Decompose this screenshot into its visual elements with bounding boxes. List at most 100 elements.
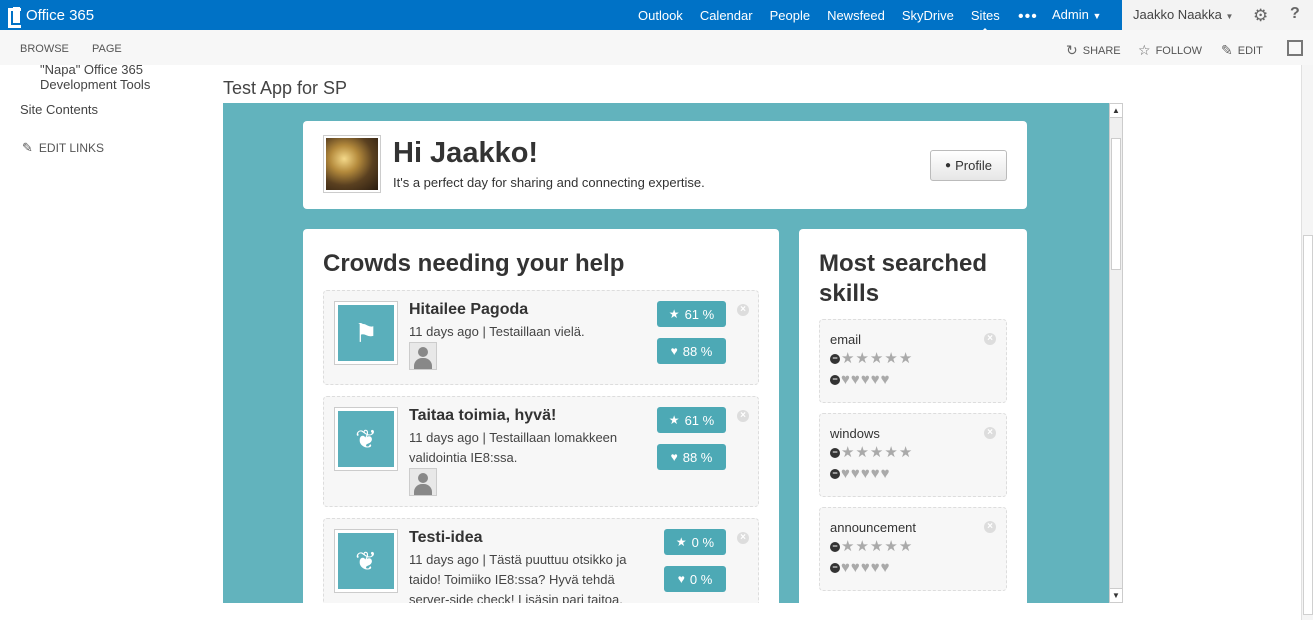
remove-rating-icon[interactable]: − <box>830 542 840 552</box>
crowd-item[interactable]: ⚑ Hitailee Pagoda 11 days ago | Testaill… <box>323 290 759 385</box>
follow-button[interactable]: ☆ FOLLOW <box>1138 42 1202 59</box>
heart-icon[interactable]: ♥ <box>851 560 860 576</box>
remove-rating-icon[interactable]: − <box>830 354 840 364</box>
crowd-meta: 11 days ago | Testaillaan lomakkeen vali… <box>409 430 618 465</box>
skill-star-rating[interactable]: − ★ ★ ★ ★ ★ <box>830 539 913 555</box>
remove-rating-icon[interactable]: − <box>830 375 840 385</box>
star-icon[interactable]: ★ <box>870 445 883 461</box>
close-icon[interactable]: × <box>984 521 996 533</box>
heart-rating-badge[interactable]: ♥ 88 % <box>657 444 726 470</box>
heart-icon[interactable]: ♥ <box>841 372 850 388</box>
remove-rating-icon[interactable]: − <box>830 469 840 479</box>
star-rating-badge[interactable]: ★ 61 % <box>657 407 726 433</box>
crowd-title[interactable]: Testi-idea <box>409 529 483 547</box>
crowd-item[interactable]: ❦ Taitaa toimia, hyvä! 11 days ago | Tes… <box>323 396 759 507</box>
nav-skydrive[interactable]: SkyDrive <box>902 8 954 23</box>
tab-page[interactable]: PAGE <box>92 43 122 55</box>
star-icon[interactable]: ★ <box>884 539 897 555</box>
nav-calendar[interactable]: Calendar <box>700 8 753 23</box>
star-icon[interactable]: ★ <box>899 445 912 461</box>
scroll-down-arrow-icon[interactable]: ▼ <box>1110 588 1122 602</box>
star-percent: 0 % <box>691 534 715 550</box>
remove-rating-icon[interactable]: − <box>830 448 840 458</box>
heart-icon[interactable]: ♥ <box>881 560 890 576</box>
skill-heart-rating[interactable]: − ♥ ♥ ♥ ♥ ♥ <box>830 560 891 576</box>
nav-newsfeed[interactable]: Newsfeed <box>827 8 885 23</box>
admin-menu[interactable]: Admin ▼ <box>1052 7 1101 22</box>
heart-rating-badge[interactable]: ♥ 88 % <box>657 338 726 364</box>
heart-icon[interactable]: ♥ <box>851 372 860 388</box>
heart-icon[interactable]: ♥ <box>861 560 870 576</box>
nav-site-contents[interactable]: Site Contents <box>20 102 98 117</box>
chevron-down-icon: ▼ <box>1225 12 1234 21</box>
star-icon[interactable]: ★ <box>870 351 883 367</box>
crowd-thumbnail: ⚑ <box>334 301 398 365</box>
star-icon[interactable]: ★ <box>855 445 868 461</box>
close-icon[interactable]: × <box>737 304 749 316</box>
heart-icon[interactable]: ♥ <box>871 372 880 388</box>
skill-star-rating[interactable]: − ★ ★ ★ ★ ★ <box>830 445 913 461</box>
share-button[interactable]: ↻ SHARE <box>1066 42 1121 59</box>
star-rating-badge[interactable]: ★ 0 % <box>664 529 726 555</box>
edit-links-button[interactable]: ✎ EDIT LINKS <box>22 140 104 156</box>
page-scrollbar[interactable] <box>1301 65 1313 620</box>
star-icon[interactable]: ★ <box>899 539 912 555</box>
star-icon[interactable]: ★ <box>870 539 883 555</box>
heart-icon[interactable]: ♥ <box>861 466 870 482</box>
crowd-item[interactable]: ❦ Testi-idea 11 days ago | Tästä puuttuu… <box>323 518 759 603</box>
follow-label: FOLLOW <box>1155 44 1203 57</box>
skill-item[interactable]: announcement − ★ ★ ★ ★ ★ − ♥ ♥ ♥ ♥ ♥ × <box>819 507 1007 591</box>
skill-heart-rating[interactable]: − ♥ ♥ ♥ ♥ ♥ <box>830 372 891 388</box>
star-icon[interactable]: ★ <box>884 445 897 461</box>
close-icon[interactable]: × <box>984 427 996 439</box>
star-outline-icon: ☆ <box>1138 42 1151 58</box>
heart-rating-badge[interactable]: ♥ 0 % <box>664 566 726 592</box>
scroll-up-arrow-icon[interactable]: ▲ <box>1110 104 1122 118</box>
skill-heart-rating[interactable]: − ♥ ♥ ♥ ♥ ♥ <box>830 466 891 482</box>
page-scroll-thumb[interactable] <box>1303 235 1313 615</box>
heart-icon[interactable]: ♥ <box>841 466 850 482</box>
star-icon[interactable]: ★ <box>899 351 912 367</box>
skill-item[interactable]: windows − ★ ★ ★ ★ ★ − ♥ ♥ ♥ ♥ ♥ × <box>819 413 1007 497</box>
star-icon[interactable]: ★ <box>841 351 854 367</box>
office365-logo[interactable]: Office 365 <box>8 6 94 28</box>
close-icon[interactable]: × <box>737 532 749 544</box>
star-icon[interactable]: ★ <box>884 351 897 367</box>
app-frame-scrollbar[interactable]: ▲ ▼ <box>1109 103 1123 603</box>
focus-on-content-icon[interactable] <box>1287 40 1303 56</box>
heart-icon[interactable]: ♥ <box>881 372 890 388</box>
star-icon: ★ <box>675 535 687 549</box>
heart-icon[interactable]: ♥ <box>851 466 860 482</box>
nav-sites[interactable]: Sites <box>971 8 1000 32</box>
nav-outlook[interactable]: Outlook <box>638 8 683 23</box>
crowd-title[interactable]: Hitailee Pagoda <box>409 301 528 319</box>
tab-browse[interactable]: BROWSE <box>20 43 69 55</box>
heart-icon[interactable]: ♥ <box>841 560 850 576</box>
crowd-title[interactable]: Taitaa toimia, hyvä! <box>409 407 556 425</box>
star-icon[interactable]: ★ <box>855 539 868 555</box>
profile-button[interactable]: ● Profile <box>930 150 1007 181</box>
star-icon[interactable]: ★ <box>841 539 854 555</box>
gear-icon[interactable]: ⚙ <box>1253 6 1268 26</box>
nav-napa-tools[interactable]: "Napa" Office 365 Development Tools <box>40 62 190 92</box>
star-icon[interactable]: ★ <box>841 445 854 461</box>
participant-avatar[interactable] <box>409 468 437 496</box>
heart-icon[interactable]: ♥ <box>861 372 870 388</box>
more-nav-button[interactable]: ••• <box>1018 8 1038 26</box>
star-icon[interactable]: ★ <box>855 351 868 367</box>
close-icon[interactable]: × <box>984 333 996 345</box>
heart-icon[interactable]: ♥ <box>871 466 880 482</box>
heart-icon[interactable]: ♥ <box>871 560 880 576</box>
remove-rating-icon[interactable]: − <box>830 563 840 573</box>
nav-people[interactable]: People <box>770 8 810 23</box>
heart-icon[interactable]: ♥ <box>881 466 890 482</box>
star-rating-badge[interactable]: ★ 61 % <box>657 301 726 327</box>
skill-star-rating[interactable]: − ★ ★ ★ ★ ★ <box>830 351 913 367</box>
help-icon[interactable]: ? <box>1290 5 1300 23</box>
skill-item[interactable]: email − ★ ★ ★ ★ ★ − ♥ ♥ ♥ ♥ ♥ × <box>819 319 1007 403</box>
scroll-thumb[interactable] <box>1111 138 1121 270</box>
participant-avatar[interactable] <box>409 342 437 370</box>
edit-button[interactable]: ✎ EDIT <box>1221 42 1263 59</box>
user-menu[interactable]: Jaakko Naakka ▼ <box>1122 0 1313 30</box>
close-icon[interactable]: × <box>737 410 749 422</box>
